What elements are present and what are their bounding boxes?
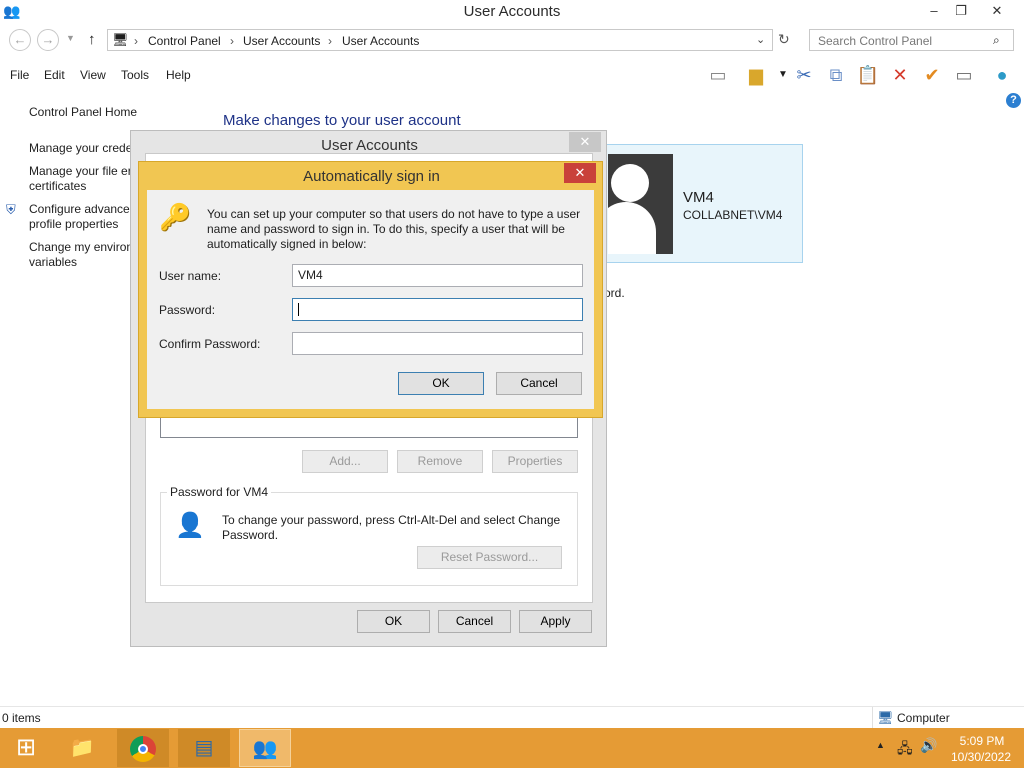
text-cursor [298,303,299,317]
password-text-tail: ord. [604,286,625,300]
layout-pane-icon[interactable]: ▭ [706,63,730,87]
avatar [608,154,673,254]
properties-button[interactable]: Properties [492,450,578,473]
help-icon[interactable]: ? [1006,93,1021,108]
start-windows-icon[interactable]: ⊞ [0,729,52,767]
password-label: Password: [159,303,216,317]
status-computer: Computer [897,711,950,725]
username-label: User name: [159,269,222,283]
control-panel-icon: 🖥 [112,32,129,47]
username-field[interactable]: VM4 [292,264,583,287]
auto-signin-close-button[interactable]: ✕ [564,163,596,183]
taskbar: ⊞ 📁 ▤ 👥 ▲ 🖧 🔊 5:09 PM 10/30/2022 [0,728,1024,768]
reset-password-button[interactable]: Reset Password... [417,546,562,569]
breadcrumb-user-accounts[interactable]: User Accounts [243,34,320,48]
auto-signin-ok-button[interactable]: OK [398,372,484,395]
left-pane-manage-file-encryption-2[interactable]: certificates [29,179,86,194]
clock-time[interactable]: 5:09 PM [952,734,1012,748]
recent-pages-chevron-icon[interactable]: ▼ [66,33,75,43]
password-field[interactable] [292,298,583,321]
password-group-label: Password for VM4 [167,485,272,499]
left-pane-configure-profile[interactable]: Configure advance [29,202,130,217]
file-explorer-icon[interactable]: 📁 [56,729,108,767]
menu-file[interactable]: File [10,68,29,82]
remove-user-button[interactable]: Remove [397,450,483,473]
user-name: VM4 [683,189,714,206]
left-pane-environment-variables-2[interactable]: variables [29,255,77,270]
left-pane-home[interactable]: Control Panel Home [29,105,137,120]
user-domain: COLLABNET\VM4 [683,208,783,222]
back-button[interactable]: ← [9,29,31,51]
window-title: User Accounts [463,3,561,20]
left-pane-configure-profile-2[interactable]: profile properties [29,217,118,232]
forward-button[interactable]: → [37,29,59,51]
search-placeholder: Search Control Panel [818,34,933,48]
left-pane-manage-credentials[interactable]: Manage your crede [29,141,132,156]
refresh-icon[interactable]: ↻ [778,31,790,48]
up-button[interactable]: ↑ [88,31,96,48]
user-accounts-dialog-title: User Accounts [321,137,418,154]
breadcrumb-user-accounts-current[interactable]: User Accounts [342,34,419,48]
status-divider [872,707,873,728]
menu-help[interactable]: Help [166,68,191,82]
properties-check-icon[interactable]: ✔ [920,63,944,87]
rename-icon[interactable]: ▭ [952,63,976,87]
search-input[interactable]: Search Control Panel ⌕ [809,29,1014,51]
tray-expand-icon[interactable]: ▲ [876,740,885,750]
control-panel-taskbar-icon[interactable]: ▤ [178,729,230,767]
network-tray-icon[interactable]: 🖧 [897,738,913,762]
breadcrumb-sep-icon: › [230,34,234,48]
user-accounts-apply-button[interactable]: Apply [519,610,592,633]
breadcrumb-sep-icon: › [328,34,332,48]
address-dropdown-icon[interactable]: ⌄ [756,33,765,46]
user-card: VM4 COLLABNET\VM4 [600,144,803,263]
password-instructions: To change your password, press Ctrl-Alt-… [222,513,561,542]
menu-edit[interactable]: Edit [44,68,65,82]
uac-shield-icon: ⛨ [6,202,16,217]
chrome-icon[interactable] [117,729,169,767]
menu-tools[interactable]: Tools [121,68,149,82]
left-pane-environment-variables[interactable]: Change my environ [29,240,133,255]
user-accounts-cancel-button[interactable]: Cancel [438,610,511,633]
copy-icon[interactable]: ⧉ [824,63,848,87]
confirm-password-field[interactable] [292,332,583,355]
auto-signin-cancel-button[interactable]: Cancel [496,372,582,395]
auto-signin-description: You can set up your computer so that use… [207,207,581,251]
window-titlebar: 👥 User Accounts – ❐ ✕ [0,0,1024,24]
computer-icon: 🖥 [877,710,894,725]
add-user-button[interactable]: Add... [302,450,388,473]
menu-bar: File Edit View Tools Help ▭ ▆ ▼ ✂ ⧉ 📋 ✕ … [0,62,1024,108]
address-box[interactable]: 🖥 › Control Panel › User Accounts › User… [107,29,773,51]
left-pane-manage-file-encryption[interactable]: Manage your file er [29,164,132,179]
address-bar: ← → ▼ ↑ 🖥 › Control Panel › User Account… [0,28,1024,54]
user-password-icon: 👤 [175,512,205,539]
confirm-password-label: Confirm Password: [159,337,261,351]
breadcrumb-sep-icon: › [134,34,138,48]
maximize-button[interactable]: ❐ [946,0,976,22]
minimize-button[interactable]: – [919,0,949,22]
keys-icon: 🔑 [159,202,192,232]
search-icon[interactable]: ⌕ [993,33,1000,48]
cut-icon[interactable]: ✂ [792,63,816,87]
close-button[interactable]: ✕ [982,0,1012,22]
clock-date[interactable]: 10/30/2022 [946,750,1016,764]
folder-options-icon[interactable]: ▆ [744,63,768,87]
breadcrumb-control-panel[interactable]: Control Panel [148,34,221,48]
globe-icon[interactable]: ● [990,63,1014,87]
page-title: Make changes to your user account [223,112,461,129]
status-bar: 0 items 🖥 Computer [0,706,1024,728]
user-accounts-dialog-close-button[interactable]: ✕ [569,132,601,152]
user-accounts-taskbar-icon[interactable]: 👥 [239,729,291,767]
menu-view[interactable]: View [80,68,106,82]
volume-tray-icon[interactable]: 🔊 [920,737,937,754]
item-count: 0 items [2,711,41,725]
delete-icon[interactable]: ✕ [888,63,912,87]
password-groupbox: Password for VM4 👤 To change your passwo… [160,485,578,586]
user-accounts-ok-button[interactable]: OK [357,610,430,633]
auto-signin-dialog-title: Automatically sign in [303,168,440,185]
auto-signin-dialog: Automatically sign in ✕ 🔑 You can set up… [138,161,603,418]
paste-icon[interactable]: 📋 [856,63,880,87]
auto-signin-panel: 🔑 You can set up your computer so that u… [147,190,594,409]
